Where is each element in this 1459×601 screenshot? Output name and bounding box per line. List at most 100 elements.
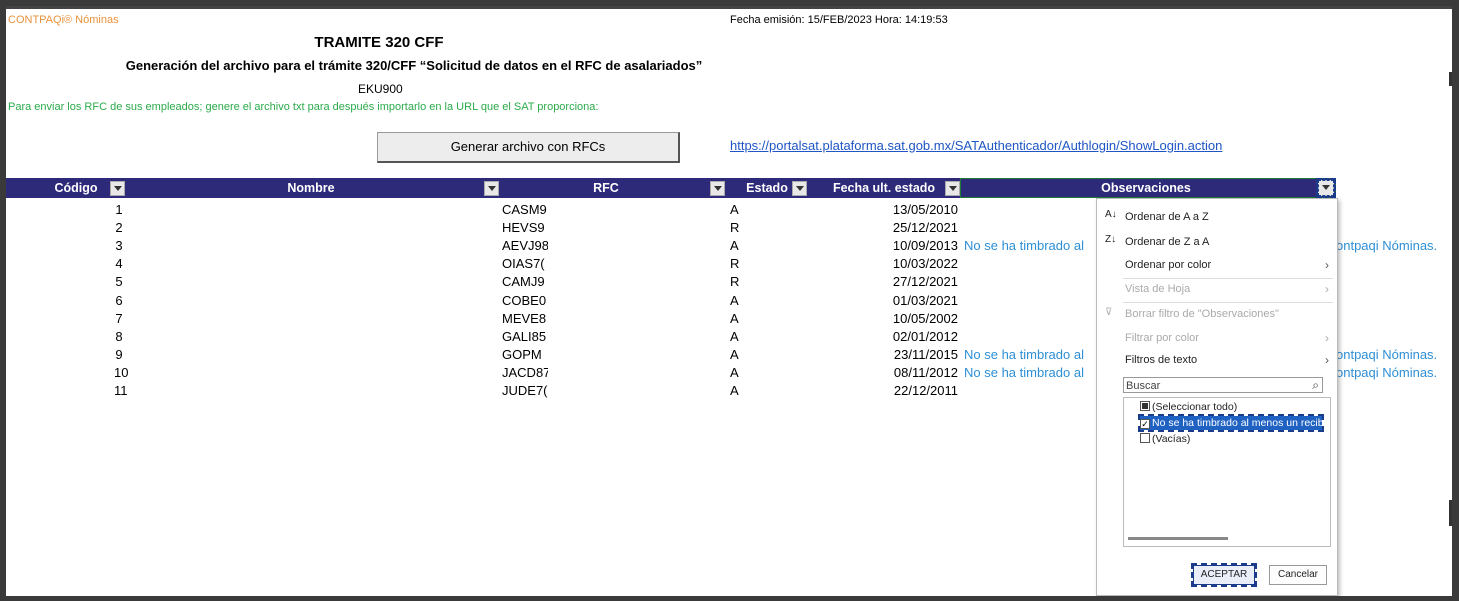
cell-fecha: 23/11/2015: [893, 346, 958, 362]
cell-estado: A: [730, 310, 739, 326]
cell-fecha: 02/01/2012: [892, 328, 958, 344]
cell-codigo: 11: [114, 383, 128, 398]
clear-filter-icon: ⊽: [1105, 307, 1113, 318]
accept-button[interactable]: ACEPTAR: [1191, 563, 1257, 587]
cell-estado: A: [730, 328, 739, 344]
chevron-right-icon: ›: [1325, 331, 1329, 345]
cell-codigo: 6: [115, 292, 123, 308]
search-placeholder: Buscar: [1126, 380, 1161, 392]
chevron-right-icon: ›: [1325, 258, 1329, 272]
blanks-checkbox[interactable]: (Vacías): [1140, 432, 1190, 446]
sat-portal-link[interactable]: https://portalsat.plataforma.sat.gob.mx/…: [730, 138, 1222, 153]
cell-fecha: 10/05/2002: [892, 310, 958, 326]
filter-codigo-button[interactable]: [110, 181, 125, 196]
clear-filter-menu-item: Borrar filtro de "Observaciones": [1125, 308, 1279, 320]
filter-values-list: (Seleccionar todo) ✓ No se ha timbrado al…: [1123, 397, 1331, 547]
sort-az-menu-item[interactable]: Ordenar de A a Z: [1125, 207, 1209, 227]
cell-fecha: 08/11/2012: [893, 364, 958, 380]
cell-fecha: 25/12/2021: [892, 220, 958, 236]
company-code: EKU900: [358, 82, 403, 96]
cell-rfc: JUDE7(: [502, 383, 548, 398]
spreadsheet: CONTPAQi® Nóminas Fecha emisión: 15/FEB/…: [6, 6, 1452, 596]
filter-observaciones-button[interactable]: [1316, 178, 1336, 198]
checkbox-checked-icon: ✓: [1140, 419, 1150, 429]
cell-codigo: 1: [115, 202, 123, 217]
header-rfc: RFC: [593, 181, 619, 195]
horizontal-scrollbar[interactable]: [1128, 537, 1228, 540]
cell-observaciones-overflow: ontpaqi Nóminas.: [1336, 346, 1438, 362]
filter-by-color-menu-item: Filtrar por color: [1125, 332, 1199, 344]
cell-rfc: CAMJ9: [502, 274, 545, 290]
generate-file-button[interactable]: Generar archivo con RFCs: [377, 132, 680, 163]
cell-observaciones: No se ha timbrado al: [964, 346, 1084, 362]
cell-rfc: COBE0: [502, 292, 547, 308]
filter-estado-button[interactable]: [792, 181, 807, 196]
report-subtitle: Generación del archivo para el trámite 3…: [125, 58, 703, 73]
header-fecha: Fecha ult. estado: [832, 181, 936, 195]
brand-label: CONTPAQi® Nóminas: [8, 14, 119, 26]
filter-value-checkbox[interactable]: ✓ No se ha timbrado al menos un recibo: [1138, 414, 1324, 432]
cell-observaciones: No se ha timbrado al: [964, 364, 1084, 380]
cell-fecha: 13/05/2010: [892, 202, 958, 217]
select-all-checkbox[interactable]: (Seleccionar todo): [1140, 400, 1237, 414]
observaciones-header-selection: [960, 178, 1336, 198]
cell-estado: A: [730, 238, 739, 254]
menu-divider: [1123, 302, 1333, 303]
instructions-note: Para enviar los RFC de sus empleados; ge…: [8, 101, 599, 113]
filter-search-input[interactable]: Buscar ⌕: [1123, 377, 1323, 393]
cell-codigo: 5: [115, 274, 123, 290]
sort-by-color-menu-item[interactable]: Ordenar por color: [1125, 255, 1325, 275]
filter-nombre-button[interactable]: [484, 181, 499, 196]
sort-by-color-label: Ordenar por color: [1125, 259, 1212, 271]
cell-estado: R: [730, 274, 740, 290]
cell-rfc: OIAS7(: [502, 256, 545, 272]
cell-rfc: GALI85: [502, 328, 547, 344]
cell-rfc: HEVS9: [502, 220, 545, 236]
cell-fecha: 10/03/2022: [892, 256, 958, 272]
cell-observaciones: No se ha timbrado al: [964, 238, 1084, 254]
cell-estado: A: [730, 383, 739, 398]
header-nombre: Nombre: [287, 181, 335, 195]
sheet-view-menu-item: Vista de Hoja: [1125, 283, 1191, 295]
filter-value-label: No se ha timbrado al menos un recibo: [1152, 417, 1322, 429]
cell-observaciones-overflow: ontpaqi Nóminas.: [1336, 364, 1438, 380]
cell-estado: A: [730, 364, 739, 380]
cell-rfc: JACD87: [502, 364, 548, 380]
emission-date: Fecha emisión: 15/FEB/2023 Hora: 14:19:5…: [730, 14, 948, 26]
select-all-label: (Seleccionar todo): [1152, 401, 1238, 413]
cell-estado: A: [730, 346, 739, 362]
cell-fecha: 27/12/2021: [892, 274, 958, 290]
cell-rfc: GOPM: [502, 346, 542, 362]
cell-codigo: 4: [115, 256, 123, 272]
cell-codigo: 2: [115, 220, 123, 236]
checkbox-icon: [1140, 433, 1150, 443]
chevron-right-icon: ›: [1325, 282, 1329, 296]
cell-codigo: 3: [115, 238, 123, 254]
right-edge-mark: [1449, 72, 1452, 86]
cell-fecha: 22/12/2011: [893, 383, 958, 398]
cell-observaciones-overflow: ontpaqi Nóminas.: [1336, 238, 1438, 254]
right-edge-mark: [1449, 500, 1452, 526]
cell-fecha: 01/03/2021: [892, 292, 958, 308]
cell-codigo: 10: [114, 364, 129, 380]
sort-za-menu-item[interactable]: Ordenar de Z a A: [1125, 232, 1209, 252]
top-border: [6, 6, 1452, 9]
text-filters-menu-item[interactable]: Filtros de texto: [1125, 350, 1197, 370]
checkbox-icon: [1140, 401, 1150, 411]
blanks-label: (Vacías): [1152, 433, 1191, 445]
filter-rfc-button[interactable]: [710, 181, 725, 196]
cell-rfc: AEVJ98: [502, 238, 548, 254]
sort-az-icon: A↓: [1105, 209, 1117, 220]
cell-rfc: CASM9: [502, 202, 547, 217]
cell-codigo: 8: [115, 328, 123, 344]
header-estado: Estado: [746, 181, 788, 195]
chevron-right-icon: ›: [1325, 353, 1329, 367]
cancel-button[interactable]: Cancelar: [1269, 565, 1327, 585]
cell-estado: R: [730, 220, 740, 236]
sort-za-icon: Z↓: [1105, 234, 1117, 245]
cell-rfc: MEVE8: [502, 310, 547, 326]
cell-codigo: 7: [115, 310, 123, 326]
report-title: TRAMITE 320 CFF: [314, 34, 444, 51]
header-codigo: Código: [54, 181, 98, 195]
filter-fecha-button[interactable]: [945, 181, 960, 196]
